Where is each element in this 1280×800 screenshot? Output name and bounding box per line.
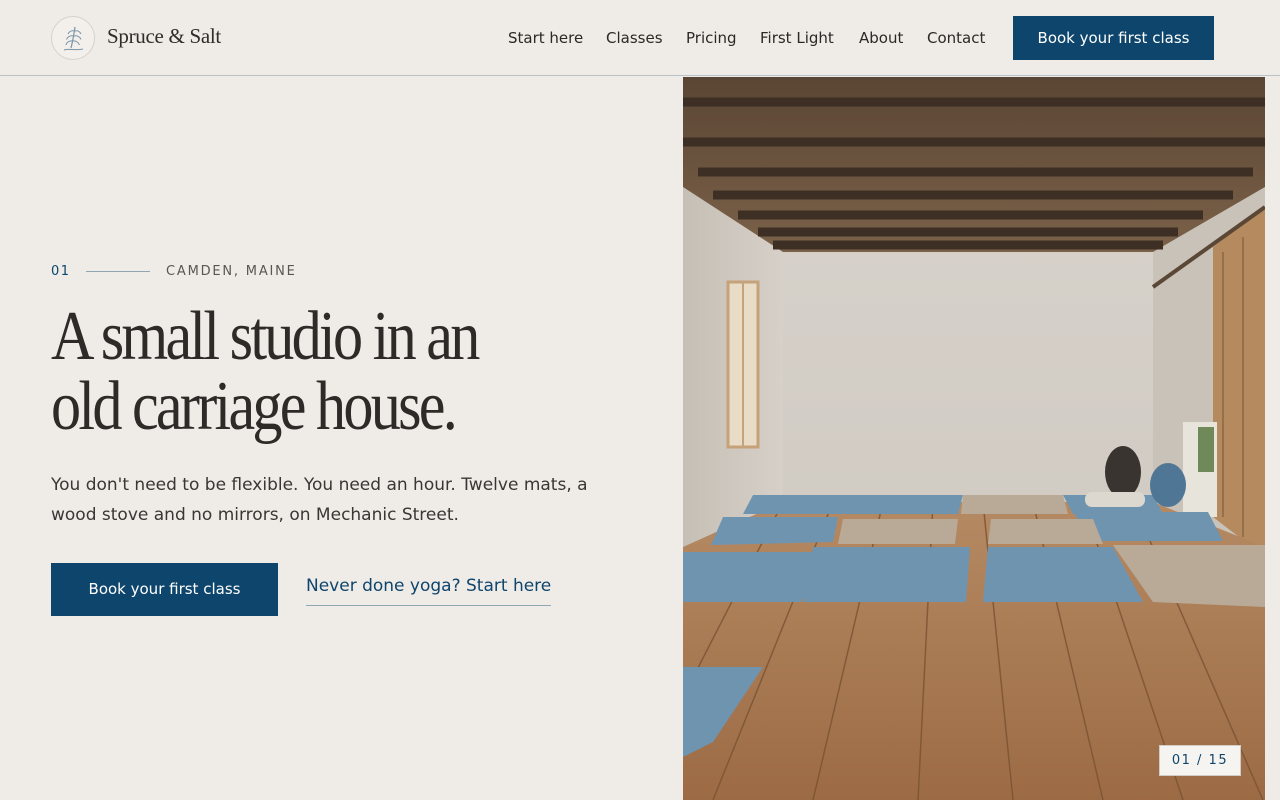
- slide-counter: 01 / 15: [1159, 745, 1241, 776]
- nav-item-classes[interactable]: Classes: [606, 28, 663, 48]
- hero-lede: You don't need to be flexible. You need …: [51, 475, 588, 525]
- nav-item-first-light[interactable]: First Light: [760, 28, 834, 48]
- site-header: Spruce & Salt Start here Classes Pricing…: [0, 0, 1280, 76]
- nav-item-contact[interactable]: Contact: [927, 28, 985, 48]
- book-first-class-header-button[interactable]: Book your first class: [1013, 16, 1214, 60]
- nav-item-pricing[interactable]: Pricing: [686, 28, 737, 48]
- headline-line-1: A small studio in an: [51, 298, 480, 375]
- nav-item-about[interactable]: About: [859, 28, 903, 48]
- location-label: CAMDEN, MAINE: [166, 264, 297, 279]
- slide-index: 01: [51, 264, 71, 279]
- fern-icon: [63, 26, 84, 51]
- book-first-class-button[interactable]: Book your first class: [51, 563, 278, 616]
- studio-interior-image: [683, 77, 1265, 800]
- start-here-link[interactable]: Never done yoga? Start here: [306, 575, 552, 606]
- headline-line-2: old carriage house.: [51, 368, 458, 445]
- studio-photo: [683, 77, 1265, 800]
- logo-mark[interactable]: [51, 16, 95, 60]
- eyebrow-divider: [86, 271, 150, 272]
- nav-item-start-here[interactable]: Start here: [508, 28, 583, 48]
- brand-name[interactable]: Spruce & Salt: [107, 24, 221, 49]
- hero-headline: A small studio in an old carriage house.: [51, 302, 567, 442]
- photo-right-margin: [1265, 77, 1280, 800]
